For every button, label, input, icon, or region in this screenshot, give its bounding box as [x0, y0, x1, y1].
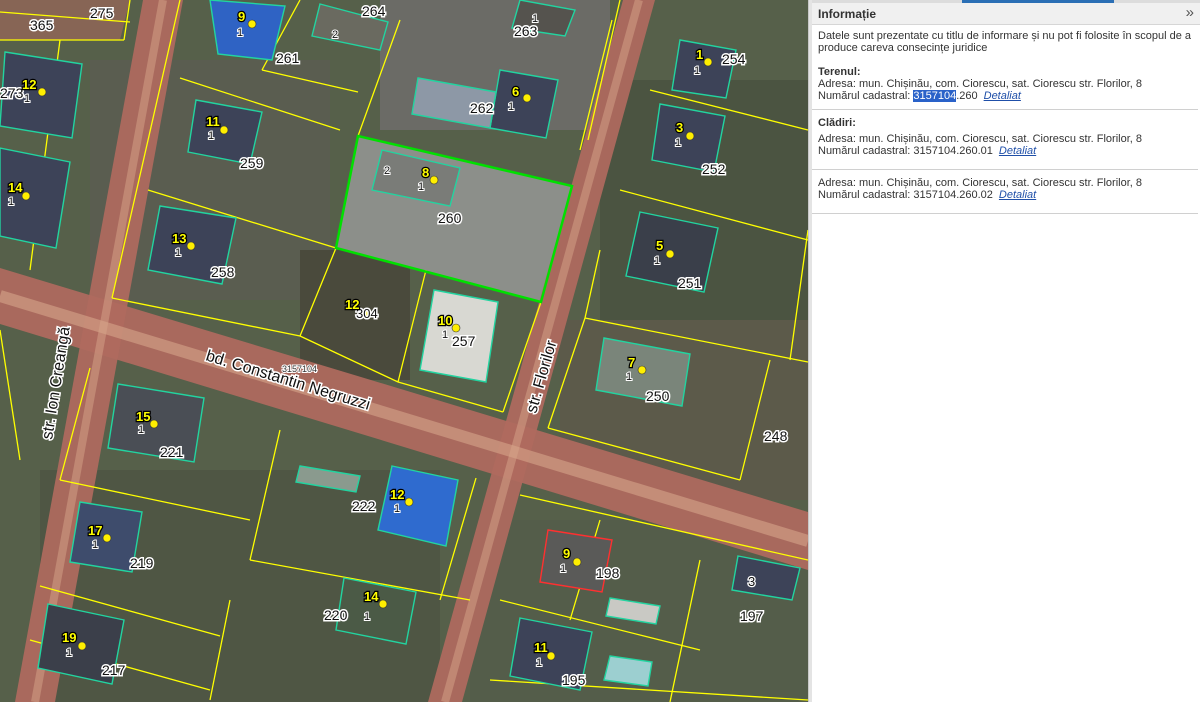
house-number: 11 — [206, 114, 220, 129]
parcel-number: 252 — [702, 161, 726, 177]
house-number: 1 — [696, 47, 703, 62]
land-cadastral-suffix: .260 — [956, 90, 978, 102]
parcel-number: 263 — [514, 23, 538, 39]
parcel-number: 251 — [678, 275, 702, 291]
buildings-section-title: Clădiri: — [818, 117, 856, 129]
svg-text:1: 1 — [536, 657, 542, 669]
sector-label: 3157104 — [282, 364, 317, 374]
land-cadastral-line: Numărul cadastral: 3157104.260 Detaliat — [818, 90, 1192, 102]
parcel-number: 259 — [240, 155, 264, 171]
land-details-link[interactable]: Detaliat — [984, 90, 1021, 102]
info-panel: Informație » Datele sunt prezentate cu t… — [812, 0, 1200, 702]
house-number: 19 — [62, 630, 76, 645]
info-panel-title: Informație — [818, 7, 877, 21]
parcel-number: 258 — [211, 264, 235, 280]
map-canvas[interactable]: bd. Constantin Negruzzi str. Ion Creangă… — [0, 0, 808, 702]
parcel-number: 260 — [438, 210, 462, 226]
building-2-details-link[interactable]: Detaliat — [999, 189, 1036, 201]
parcel-number: 198 — [596, 565, 620, 581]
svg-text:1: 1 — [138, 424, 144, 436]
svg-text:2: 2 — [332, 29, 338, 41]
house-number: 15 — [136, 409, 150, 424]
building-2-cadastral-line: Numărul cadastral: 3157104.260.02 Detalia… — [818, 189, 1192, 201]
house-number: 11 — [534, 640, 548, 655]
house-number: 12 — [390, 487, 404, 502]
svg-text:1: 1 — [237, 27, 243, 39]
parcel-number: 195 — [562, 672, 586, 688]
svg-text:1: 1 — [394, 503, 400, 515]
svg-text:1: 1 — [560, 563, 566, 575]
svg-text:1: 1 — [532, 13, 538, 25]
section-divider — [812, 109, 1198, 110]
parcel-number: 254 — [722, 51, 746, 67]
building-2-address: Adresa: mun. Chișinău, com. Ciorescu, sa… — [818, 177, 1143, 189]
svg-text:1: 1 — [418, 181, 424, 193]
svg-text:1: 1 — [364, 611, 370, 623]
parcel-number: 222 — [352, 498, 376, 514]
parcel-number: 217 — [102, 662, 126, 678]
svg-text:2: 2 — [384, 165, 390, 177]
parcel-number: 261 — [276, 50, 300, 66]
disclaimer-text: Datele sunt prezentate cu titlu de infor… — [818, 30, 1191, 54]
map-view[interactable]: bd. Constantin Negruzzi str. Ion Creangă… — [0, 0, 808, 702]
house-number: 9 — [563, 546, 570, 561]
house-number: 3 — [676, 120, 683, 135]
building-1-cadastral: Numărul cadastral: 3157104.260.01 — [818, 145, 993, 157]
svg-text:1: 1 — [442, 329, 448, 341]
parcel-number: 262 — [470, 100, 494, 116]
section-divider — [812, 213, 1198, 214]
svg-text:1: 1 — [694, 65, 700, 77]
svg-text:1: 1 — [508, 101, 514, 113]
ground-patch — [300, 250, 410, 380]
info-panel-body: Datele sunt prezentate cu titlu de infor… — [812, 30, 1198, 221]
parcel-number: 221 — [160, 444, 184, 460]
svg-text:1: 1 — [24, 93, 30, 105]
parcel-number: 219 — [130, 555, 154, 571]
parcel-number: 273 — [0, 85, 24, 101]
parcel-number: 264 — [362, 3, 386, 19]
land-section-title: Terenul: — [818, 66, 861, 78]
house-number: 12 — [22, 77, 36, 92]
svg-text:1: 1 — [175, 247, 181, 259]
parcel-number: 197 — [740, 608, 764, 624]
building-1-address: Adresa: mun. Chișinău, com. Ciorescu, sa… — [818, 133, 1143, 145]
house-number: 7 — [628, 355, 635, 370]
house-number: 12 — [345, 297, 359, 312]
parcel-number: 257 — [452, 333, 476, 349]
land-address: Adresa: mun. Chișinău, com. Ciorescu, sa… — [818, 78, 1143, 90]
parcel-number: 365 — [30, 17, 54, 33]
svg-text:1: 1 — [675, 137, 681, 149]
building-2-cadastral: Numărul cadastral: 3157104.260.02 — [818, 189, 993, 201]
house-number: 3 — [748, 574, 755, 589]
section-divider — [812, 169, 1198, 170]
house-number: 17 — [88, 523, 102, 538]
house-number: 6 — [512, 84, 519, 99]
svg-text:1: 1 — [92, 539, 98, 551]
svg-text:1: 1 — [626, 371, 632, 383]
house-number: 10 — [438, 313, 452, 328]
svg-text:1: 1 — [208, 130, 214, 142]
house-number: 14 — [8, 180, 23, 195]
parcel-number: 250 — [646, 388, 670, 404]
svg-text:1: 1 — [8, 196, 14, 208]
building-1-cadastral-line: Numărul cadastral: 3157104.260.01 Detalia… — [818, 145, 1192, 157]
parcel-number: 248 — [764, 428, 788, 444]
house-number: 9 — [238, 9, 245, 24]
info-panel-header: Informație » — [812, 3, 1200, 25]
house-number: 13 — [172, 231, 186, 246]
parcel-number: 275 — [90, 5, 114, 21]
parcel-number: 220 — [324, 607, 348, 623]
collapse-panel-icon[interactable]: » — [1186, 4, 1194, 21]
house-number: 14 — [364, 589, 379, 604]
house-number: 5 — [656, 238, 663, 253]
svg-text:1: 1 — [654, 255, 660, 267]
svg-text:1: 1 — [66, 647, 72, 659]
land-cadastral-selected[interactable]: 3157104 — [913, 90, 957, 102]
building-1-details-link[interactable]: Detaliat — [999, 145, 1036, 157]
house-number: 8 — [422, 165, 429, 180]
land-cadastral-label: Numărul cadastral: — [818, 90, 914, 102]
